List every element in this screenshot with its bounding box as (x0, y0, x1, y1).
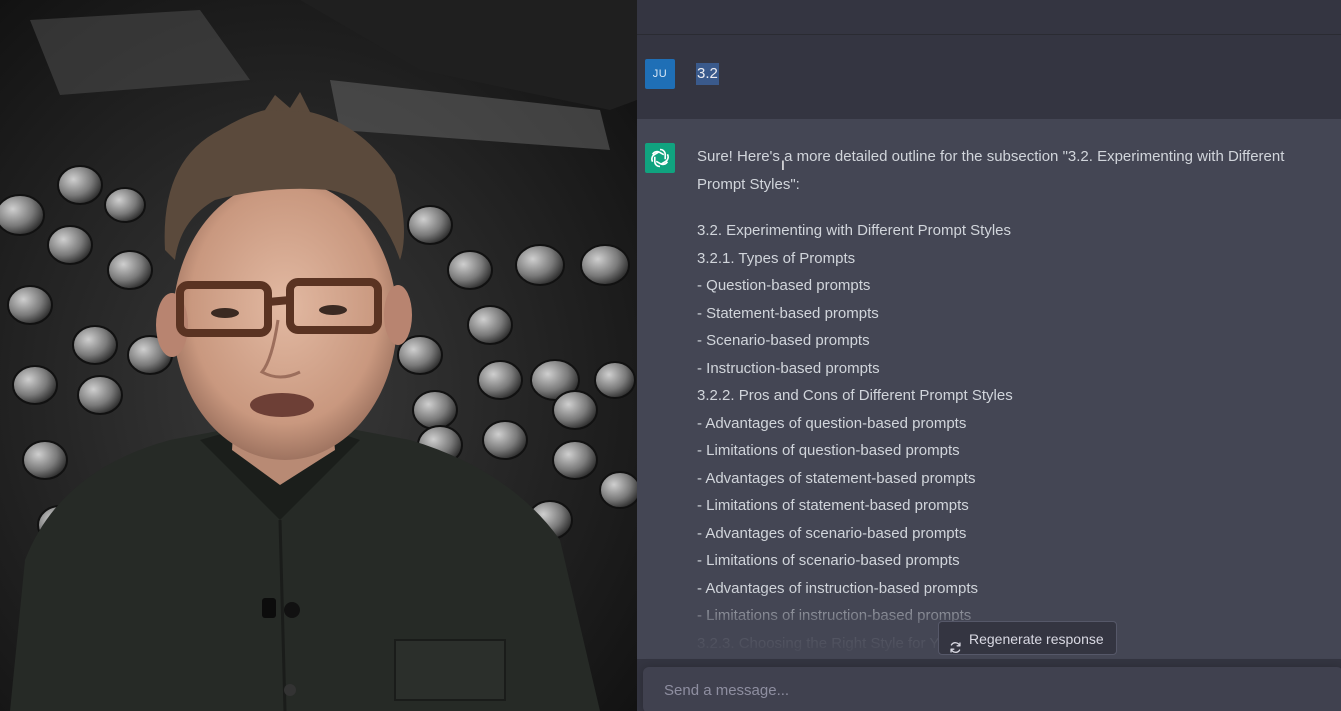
message-input-placeholder: Send a message... (664, 682, 790, 699)
outline-line: 3.2. Experimenting with Different Prompt… (697, 222, 1012, 239)
presenter-video-image (0, 0, 637, 711)
outline-line: 3.2.2. Pros and Cons of Different Prompt… (697, 387, 1013, 404)
outline-line: - Statement-based prompts (697, 304, 879, 322)
response-intro: Sure! Here's a more detailed outline for… (697, 148, 1285, 193)
outline-line: - Limitations of statement-based prompts (697, 497, 969, 514)
assistant-response: Sure! Here's a more detailed outline for… (697, 143, 1317, 657)
regenerate-response-button[interactable]: Regenerate response (938, 621, 1117, 655)
user-message-text[interactable]: 3.2 (696, 63, 719, 85)
outline-line: - Scenario-based prompts (697, 332, 870, 349)
outline-line: - Instruction-based prompts (697, 359, 880, 377)
composer-area: Send a message... (637, 659, 1341, 711)
outline-line: 3.2.1. Types of Prompts (697, 249, 856, 267)
text-cursor-icon: I (781, 157, 785, 173)
user-avatar: JU (645, 59, 675, 89)
outline-line: - Advantages of question-based prompts (697, 414, 967, 432)
chat-panel: JU 3.2 Sure! Here's a more detailed outl… (637, 0, 1341, 711)
outline-line: - Advantages of statement-based prompts (697, 469, 976, 487)
regenerate-label: Regenerate response (969, 631, 1104, 647)
message-input[interactable]: Send a message... (643, 667, 1341, 711)
user-message-row: JU 3.2 (637, 35, 1341, 119)
outline-line: - Limitations of scenario-based prompts (697, 552, 960, 569)
outline-line: - Limitations of question-based prompts (697, 442, 960, 459)
outline-line: - Question-based prompts (697, 277, 871, 294)
webcam-feed (0, 0, 637, 711)
openai-logo-icon (651, 148, 669, 168)
outline-line: - Advantages of instruction-based prompt… (697, 579, 978, 597)
chat-topbar (637, 0, 1341, 35)
outline-line: - Advantages of scenario-based prompts (697, 524, 967, 542)
screen: JU 3.2 Sure! Here's a more detailed outl… (0, 0, 1341, 711)
assistant-avatar (645, 143, 675, 173)
assistant-message-row: Sure! Here's a more detailed outline for… (637, 119, 1341, 659)
